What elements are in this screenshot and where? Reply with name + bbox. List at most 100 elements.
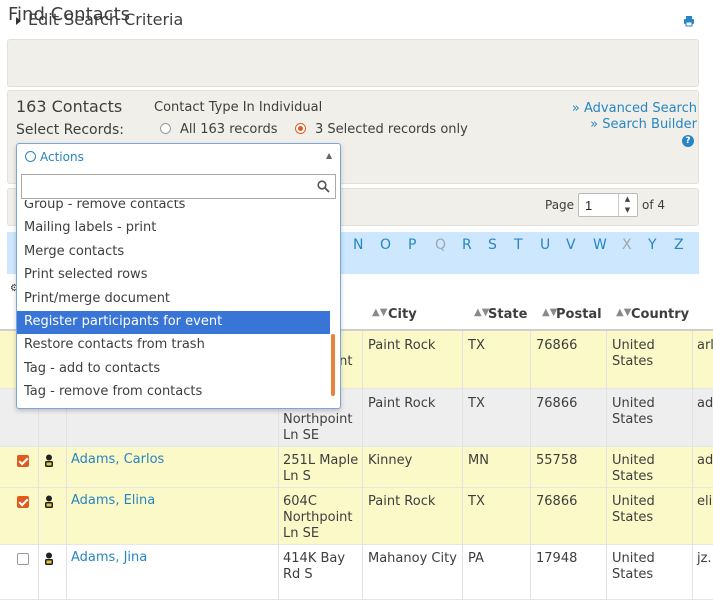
contact-name-link[interactable]: Adams, Elina <box>71 493 155 509</box>
state-cell: TX <box>468 338 485 353</box>
address-cell: 251L Maple <box>283 453 359 468</box>
address-cell: 414K Bay <box>283 551 346 566</box>
country-cell: States <box>612 510 654 525</box>
actions-option-list: Group - remove contacts Mailing labels -… <box>17 200 330 408</box>
actions-dropdown-label[interactable]: Actions <box>40 150 84 164</box>
country-cell: States <box>612 412 654 427</box>
help-icon[interactable]: ? <box>682 135 694 147</box>
contact-name-link[interactable]: Adams, Jina <box>71 550 147 566</box>
column-header-state[interactable]: State <box>488 307 527 322</box>
country-cell: United <box>612 453 655 468</box>
action-option[interactable]: Tag - add to contacts <box>17 358 330 381</box>
expand-arrow-icon[interactable] <box>16 17 21 25</box>
sort-icon[interactable]: ▲▼ <box>372 307 387 318</box>
contact-name-link[interactable]: Adams, Carlos <box>71 452 164 468</box>
all-records-radio[interactable] <box>160 123 171 134</box>
actions-scrollbar[interactable] <box>331 334 335 396</box>
country-cell: States <box>612 354 654 369</box>
column-header-city[interactable]: City <box>388 307 417 322</box>
actions-search-input[interactable] <box>21 174 336 199</box>
alpha-letter[interactable]: Z <box>674 237 684 253</box>
alpha-letter[interactable]: V <box>566 237 576 253</box>
advanced-search-link[interactable]: » Advanced Search <box>572 101 697 116</box>
email-cell[interactable]: eli <box>697 494 712 510</box>
action-option[interactable]: Restore contacts from trash <box>17 334 330 357</box>
city-cell: Paint Rock <box>368 396 436 411</box>
chevron-up-icon[interactable]: ▲ <box>326 151 332 160</box>
contact-type-criteria: Contact Type In Individual <box>154 100 323 115</box>
alpha-letter[interactable]: S <box>488 237 497 253</box>
email-cell[interactable]: arl <box>697 338 713 354</box>
address-cell: Ln SE <box>283 428 320 443</box>
state-cell: TX <box>468 396 485 411</box>
address-cell: Rd S <box>283 567 313 582</box>
city-cell: Paint Rock <box>368 494 436 509</box>
address-cell: Northpoint <box>283 412 353 427</box>
alpha-letter[interactable]: O <box>380 237 391 253</box>
selected-records-label[interactable]: 3 Selected records only <box>315 122 468 137</box>
address-cell: Northpoint <box>283 510 353 525</box>
postal-cell: 17948 <box>536 551 578 566</box>
alpha-letter[interactable]: R <box>462 237 472 253</box>
postal-cell: 76866 <box>536 396 578 411</box>
city-cell: Kinney <box>368 453 413 468</box>
address-cell: 604C <box>283 494 317 509</box>
address-cell: Ln SE <box>283 526 320 541</box>
postal-cell: 76866 <box>536 338 578 353</box>
alpha-letter[interactable]: W <box>593 237 607 253</box>
individual-contact-icon <box>45 454 53 467</box>
country-cell: United <box>612 338 655 353</box>
email-cell[interactable]: jz. <box>697 551 712 567</box>
contact-count: 163 Contacts <box>16 97 123 116</box>
individual-contact-icon <box>45 552 53 565</box>
action-option[interactable]: Print/merge document <box>17 288 330 311</box>
alpha-letter-disabled: X <box>622 237 632 253</box>
country-cell: States <box>612 469 654 484</box>
alpha-letter[interactable]: T <box>514 237 523 253</box>
action-option[interactable]: Group - remove contacts <box>17 200 330 217</box>
search-builder-link[interactable]: » Search Builder <box>590 117 697 132</box>
selected-records-radio[interactable] <box>295 123 306 134</box>
row-select-checkbox[interactable] <box>17 455 29 467</box>
state-cell: MN <box>468 453 489 468</box>
action-option[interactable]: Merge contacts <box>17 241 330 264</box>
postal-cell: 76866 <box>536 494 578 509</box>
postal-cell: 55758 <box>536 453 578 468</box>
alpha-letter[interactable]: N <box>353 237 363 253</box>
edit-search-criteria-label[interactable]: Edit Search Criteria <box>28 10 183 29</box>
column-header-postal[interactable]: Postal <box>556 307 602 322</box>
state-cell: PA <box>468 551 484 566</box>
action-option-highlighted[interactable]: Register participants for event <box>17 311 330 334</box>
action-option[interactable]: Tag - remove from contacts <box>17 381 330 404</box>
alpha-letter-disabled: Q <box>435 237 447 253</box>
column-header-country[interactable]: Country <box>631 307 689 322</box>
city-cell: Paint Rock <box>368 338 436 353</box>
row-select-checkbox[interactable] <box>17 553 29 565</box>
state-cell: TX <box>468 494 485 509</box>
edit-search-criteria-panel[interactable] <box>7 39 699 87</box>
page-label: Page <box>545 198 575 212</box>
country-cell: United <box>612 396 655 411</box>
search-icon <box>317 180 330 193</box>
all-records-label[interactable]: All 163 records <box>180 122 278 137</box>
print-icon[interactable] <box>683 15 695 27</box>
select-records-label: Select Records: <box>16 122 125 138</box>
city-cell: Mahanoy City <box>368 551 457 566</box>
country-cell: United <box>612 494 655 509</box>
address-cell: Ln S <box>283 469 311 484</box>
action-option[interactable]: Mailing labels - print <box>17 217 330 240</box>
alpha-letter[interactable]: P <box>408 237 416 253</box>
alpha-letter[interactable]: U <box>540 237 550 253</box>
country-cell: United <box>612 551 655 566</box>
sort-icon[interactable]: ▲▼ <box>616 307 631 318</box>
alpha-letter[interactable]: Y <box>648 237 657 253</box>
action-option[interactable]: Print selected rows <box>17 264 330 287</box>
row-select-checkbox[interactable] <box>17 496 29 508</box>
individual-contact-icon <box>45 495 53 508</box>
country-cell: States <box>612 567 654 582</box>
email-cell[interactable]: ad <box>697 396 713 412</box>
email-cell[interactable]: ad <box>697 453 713 469</box>
page-count-label: of 4 <box>642 198 666 212</box>
check-circle-icon <box>25 151 36 162</box>
page-stepper[interactable]: ▲ ▼ <box>618 194 636 216</box>
